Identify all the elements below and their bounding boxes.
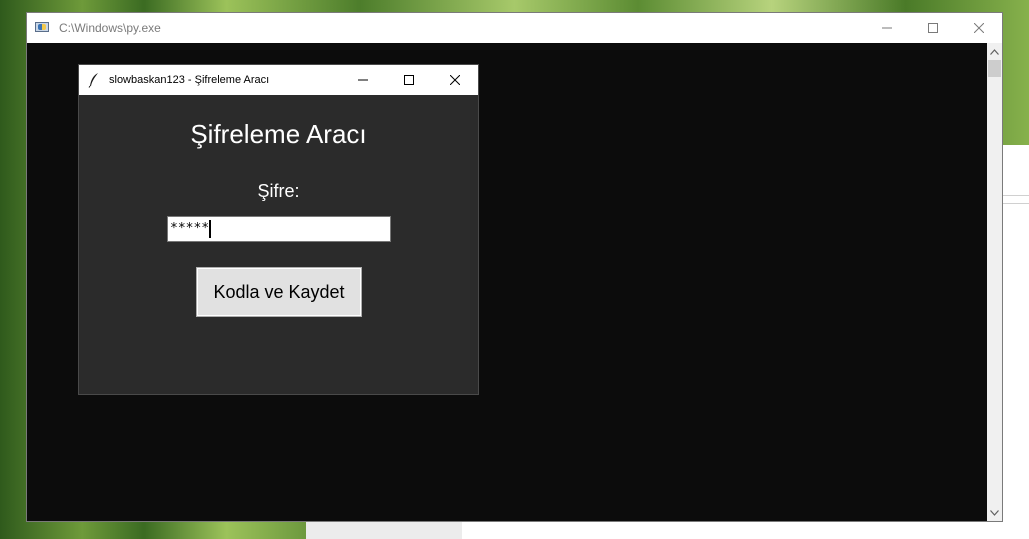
console-window-controls xyxy=(864,13,1002,43)
app-window-controls xyxy=(340,65,478,95)
close-icon xyxy=(974,23,984,33)
maximize-icon xyxy=(928,23,938,33)
app-title: slowbaskan123 - Şifreleme Aracı xyxy=(109,74,270,86)
password-label: Şifre: xyxy=(257,181,300,201)
minimize-icon xyxy=(882,27,892,29)
app-maximize-button[interactable] xyxy=(386,65,432,95)
scroll-down-button[interactable] xyxy=(987,504,1002,521)
text-caret xyxy=(209,220,212,238)
maximize-icon xyxy=(404,75,414,85)
app-close-button[interactable] xyxy=(432,65,478,95)
scroll-thumb[interactable] xyxy=(988,60,1001,77)
app-titlebar[interactable]: slowbaskan123 - Şifreleme Aracı xyxy=(79,65,478,95)
background-window-edge xyxy=(1003,145,1029,539)
divider xyxy=(1003,195,1029,196)
divider xyxy=(1003,203,1029,204)
background-panel xyxy=(306,520,462,539)
minimize-icon xyxy=(358,79,368,81)
chevron-up-icon xyxy=(990,48,999,55)
console-title: C:\Windows\py.exe xyxy=(59,21,161,35)
close-icon xyxy=(450,75,460,85)
password-input[interactable]: ***** xyxy=(167,216,391,242)
background-window-bottom xyxy=(306,520,1029,539)
app-minimize-button[interactable] xyxy=(340,65,386,95)
encode-save-button[interactable]: Kodla ve Kaydet xyxy=(196,267,362,317)
password-value: ***** xyxy=(170,221,210,236)
maximize-button[interactable] xyxy=(910,13,956,43)
app-content: Şifreleme Aracı Şifre: ***** Kodla ve Ka… xyxy=(79,95,478,394)
chevron-down-icon xyxy=(990,509,999,516)
app-window: slowbaskan123 - Şifreleme Aracı Şifrelem… xyxy=(78,64,479,395)
python-console-icon xyxy=(35,21,51,35)
tk-feather-icon xyxy=(88,73,98,88)
close-button[interactable] xyxy=(956,13,1002,43)
console-titlebar[interactable]: C:\Windows\py.exe xyxy=(27,13,1002,43)
minimize-button[interactable] xyxy=(864,13,910,43)
vertical-scrollbar[interactable] xyxy=(987,43,1002,521)
scroll-up-button[interactable] xyxy=(987,43,1002,60)
page-title: Şifreleme Aracı xyxy=(190,119,367,149)
